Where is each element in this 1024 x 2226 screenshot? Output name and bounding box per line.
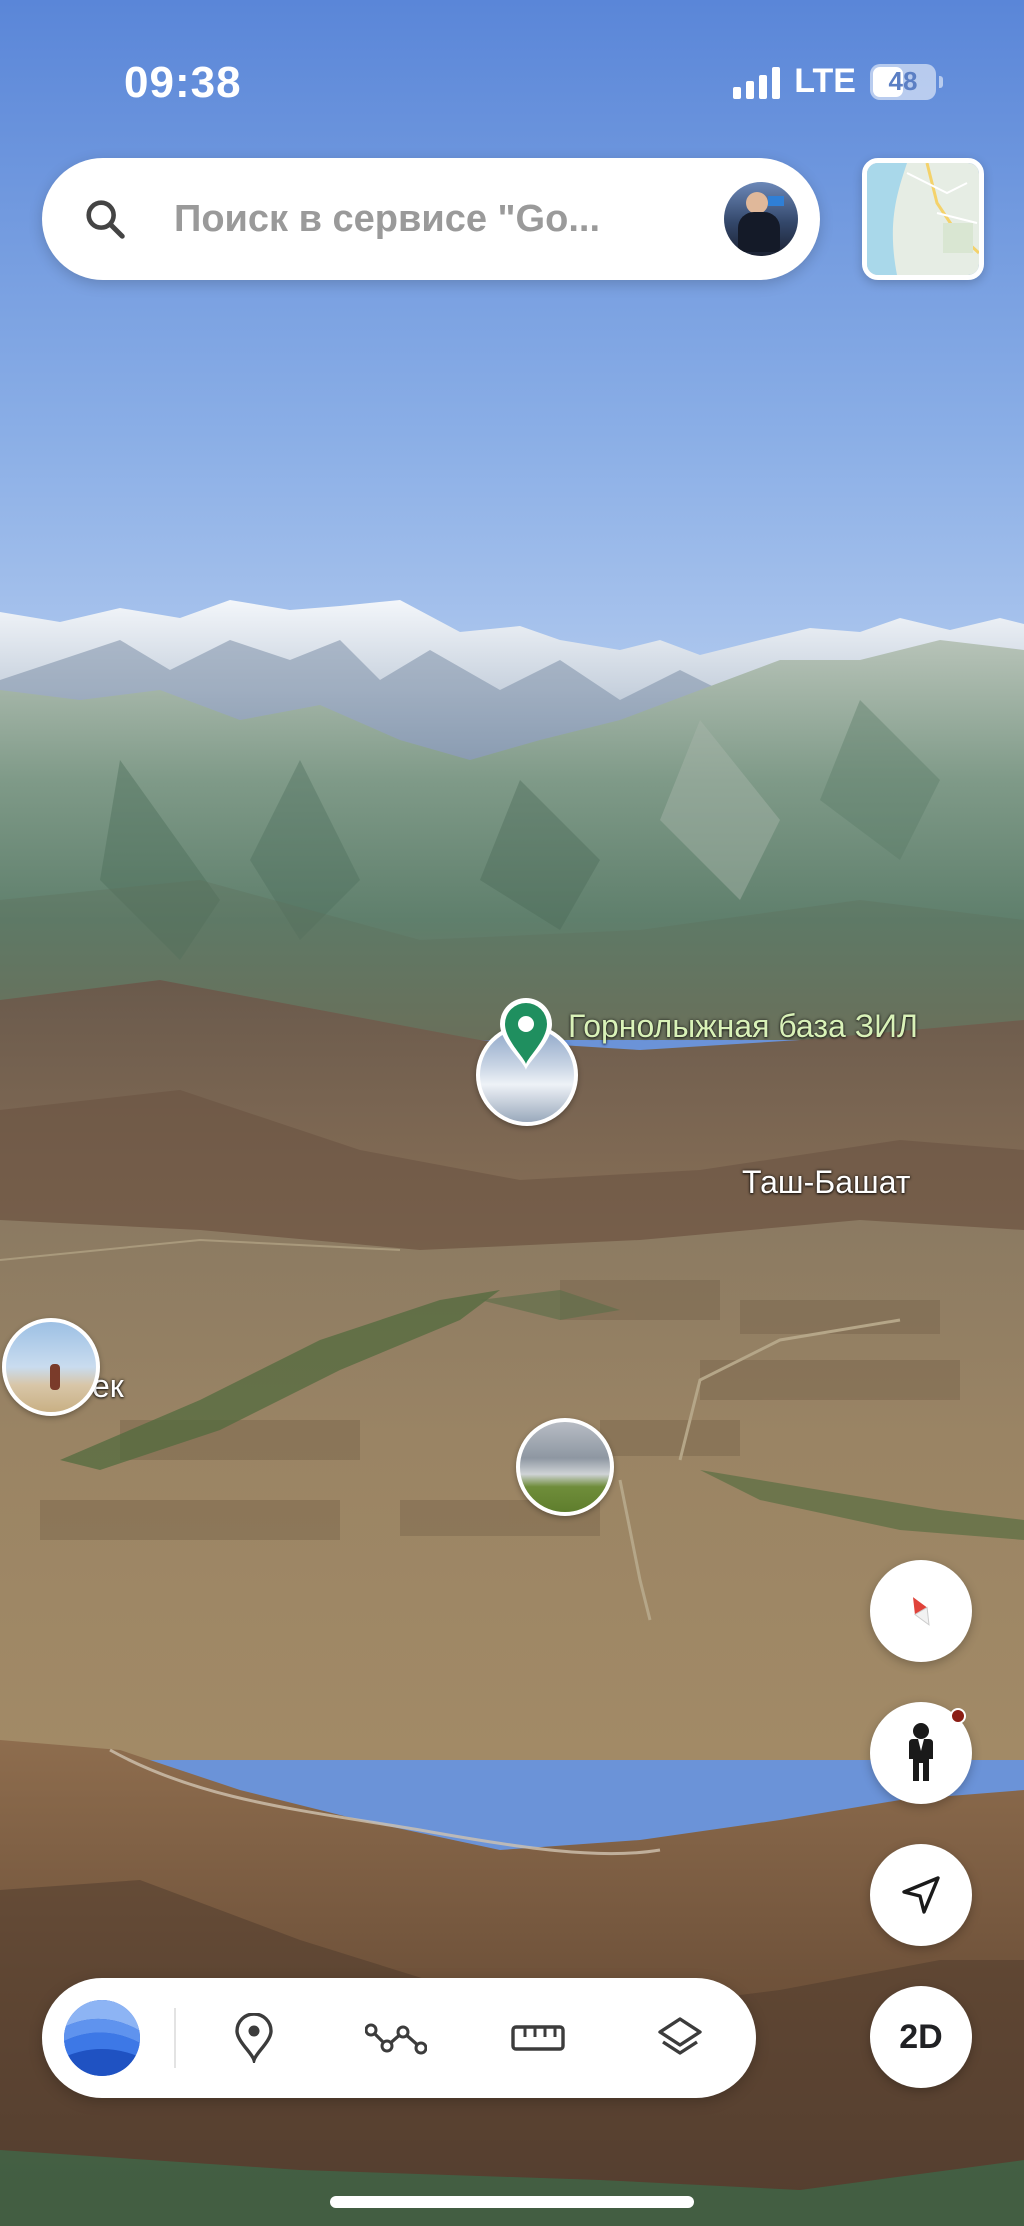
- place-pin-icon: [235, 2013, 273, 2063]
- search-icon[interactable]: [82, 196, 128, 242]
- map-thumbnail-image: [867, 163, 979, 275]
- compass-icon: [913, 1597, 930, 1626]
- measure-button[interactable]: [506, 2006, 570, 2070]
- draw-path-button[interactable]: [364, 2006, 428, 2070]
- account-avatar[interactable]: [724, 182, 798, 256]
- 2d-map-preview-button[interactable]: [862, 158, 984, 280]
- village-label[interactable]: Таш-Башат: [742, 1164, 910, 1201]
- notification-dot: [950, 1708, 966, 1724]
- add-place-button[interactable]: [222, 2006, 286, 2070]
- layers-icon: [658, 2017, 702, 2055]
- network-type: LTE: [794, 62, 856, 100]
- layers-button[interactable]: [648, 2006, 712, 2070]
- compass-button[interactable]: [870, 1560, 972, 1662]
- pegman-icon: [909, 1723, 933, 1781]
- status-indicators: LTE 48: [733, 62, 943, 101]
- user-photo-thumbnail[interactable]: [2, 1318, 100, 1416]
- status-time: 09:38: [124, 58, 242, 107]
- my-location-icon: [902, 1876, 940, 1914]
- bottom-toolbar: [42, 1978, 756, 2098]
- signal-strength-icon: [733, 65, 781, 99]
- search-bar[interactable]: [42, 158, 820, 280]
- my-location-button[interactable]: [870, 1844, 972, 1946]
- earth-logo-icon[interactable]: [62, 1998, 142, 2078]
- user-photo-thumbnail[interactable]: [516, 1418, 614, 1516]
- battery-icon: 48: [870, 63, 943, 100]
- view-mode-toggle-button[interactable]: 2D: [870, 1986, 972, 2088]
- battery-level: 48: [888, 66, 918, 96]
- ruler-icon: [511, 2025, 565, 2051]
- toolbar-divider: [174, 2008, 176, 2068]
- search-input[interactable]: [174, 190, 734, 248]
- map-pin-icon[interactable]: [494, 996, 558, 1072]
- home-indicator[interactable]: [330, 2196, 694, 2208]
- poi-label[interactable]: Горнолыжная база ЗИЛ: [568, 1008, 918, 1045]
- path-icon: [365, 2023, 427, 2055]
